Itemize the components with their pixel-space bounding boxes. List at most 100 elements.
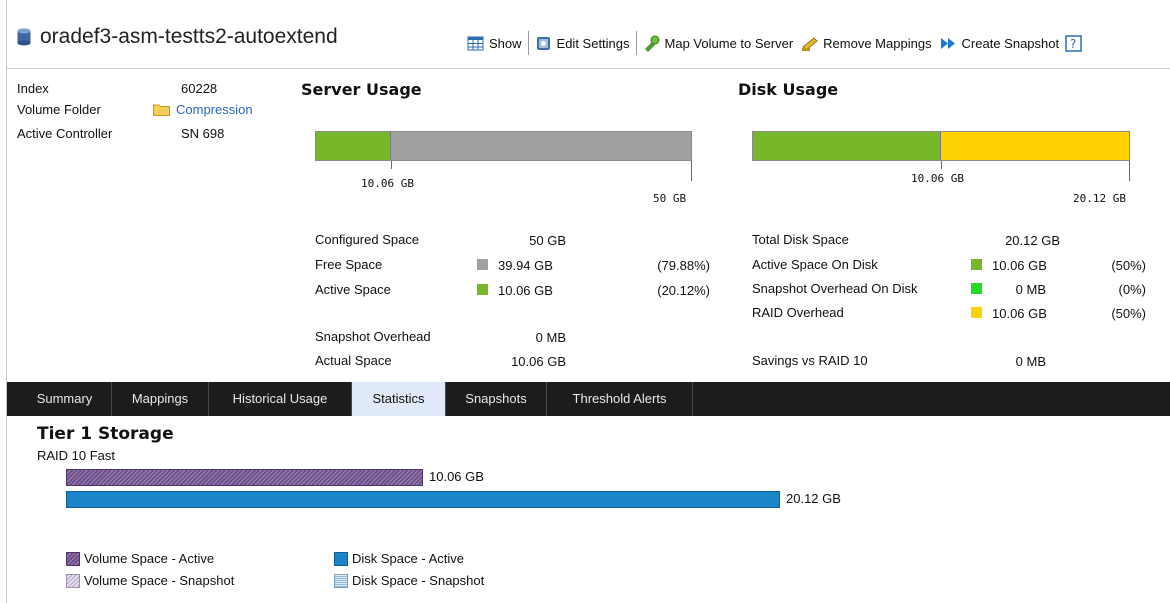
server-usage-title: Server Usage [301,80,422,99]
tab-summary[interactable]: Summary [18,382,112,416]
server-used-tick [391,161,392,169]
snapshot-overhead-on-disk-label: Snapshot Overhead On Disk [752,281,918,296]
disk-usage-bar [752,131,1130,161]
server-used-label: 10.06 GB [361,177,414,190]
server-total-label: 50 GB [653,192,687,205]
disk-space-bar-label: 20.12 GB [786,491,841,506]
volume-space-bar [66,469,423,486]
tab-mappings[interactable]: Mappings [112,382,209,416]
disk-active-tick [941,161,942,169]
disk-active-swatch [334,551,348,566]
legend-label: Disk Space - Snapshot [352,573,485,588]
legend-label: Volume Space - Active [84,551,215,566]
tab-snapshots[interactable]: Snapshots [446,382,547,416]
disk-space-bar [66,491,780,508]
show-label: Show [489,35,522,51]
grid-show-icon [467,36,484,50]
legend-volume-active: Volume Space - Active [66,551,214,566]
active-space-value: 10.06 GB [498,283,553,298]
svg-text:?: ? [1070,37,1076,51]
snapshot-overhead-label: Snapshot Overhead [315,329,431,344]
tab-threshold-alerts[interactable]: Threshold Alerts [547,382,693,416]
free-space-swatch [477,259,488,270]
legend-disk-snapshot: Disk Space - Snapshot [334,573,484,588]
server-usage-bar [315,131,692,161]
total-disk-space-value: 20.12 GB [1005,233,1060,248]
active-space-on-disk-percent: (50%) [1111,258,1146,273]
active-controller-label: Active Controller [17,126,113,141]
total-disk-space-label: Total Disk Space [752,232,849,247]
server-free-segment [391,132,691,160]
active-controller-value: SN 698 [181,126,225,141]
volume-toolbar: Show Edit Settings Map Volume to Server [463,30,1082,56]
tab-statistics[interactable]: Statistics [352,382,446,416]
remove-mappings-icon [802,36,818,51]
free-space-value: 39.94 GB [498,258,553,273]
folder-icon [153,104,170,116]
configured-space-label: Configured Space [315,232,420,247]
free-space-label: Free Space [315,257,383,272]
active-space-on-disk-value: 10.06 GB [992,258,1047,273]
volume-active-swatch [66,551,80,566]
snapshot-overhead-value: 0 MB [535,330,566,345]
disk-raid-segment [941,132,1129,160]
tier-raid-label: RAID 10 Fast [37,448,116,463]
index-value: 60228 [181,81,218,96]
savings-vs-raid10-label: Savings vs RAID 10 [752,353,868,368]
tab-historical-usage[interactable]: Historical Usage [209,382,352,416]
savings-vs-raid10-value: 0 MB [1015,354,1046,369]
edit-settings-label: Edit Settings [556,35,630,51]
disk-active-segment [753,132,941,160]
server-active-segment [316,132,391,160]
toolbar-separator [527,31,529,55]
create-snapshot-button[interactable]: Create Snapshot [936,35,1064,52]
volume-snapshot-swatch [66,573,80,588]
show-button[interactable]: Show [463,35,526,52]
raid-overhead-swatch [971,307,982,318]
actual-space-value: 10.06 GB [511,354,566,369]
active-space-on-disk-swatch [971,259,982,270]
create-snapshot-label: Create Snapshot [961,35,1060,51]
actual-space-label: Actual Space [315,353,392,368]
remove-mappings-button[interactable]: Remove Mappings [797,35,935,52]
active-space-percent: (20.12%) [657,283,710,298]
snapshot-overhead-on-disk-percent: (0%) [1118,282,1146,297]
disk-total-tick [1129,161,1130,181]
disk-usage-title: Disk Usage [738,80,839,99]
toolbar-separator [635,31,637,55]
disk-snapshot-swatch [334,573,348,588]
map-volume-button[interactable]: Map Volume to Server [639,35,798,52]
edit-settings-icon [536,36,550,50]
free-space-percent: (79.88%) [657,258,710,273]
disk-active-label: 10.06 GB [911,172,964,185]
volume-folder-value: Compression [153,102,253,117]
active-space-label: Active Space [315,282,391,297]
snapshot-overhead-on-disk-swatch [971,283,982,294]
active-space-on-disk-label: Active Space On Disk [752,257,878,272]
volume-folder-label: Volume Folder [17,102,101,117]
raid-overhead-percent: (50%) [1111,306,1146,321]
edit-settings-button[interactable]: Edit Settings [531,35,634,52]
legend-label: Disk Space - Active [352,551,464,566]
raid-overhead-value: 10.06 GB [992,306,1047,321]
volume-disk-icon [17,28,31,46]
index-label: Index [17,81,49,96]
active-space-swatch [477,284,488,295]
create-snapshot-icon [940,37,955,49]
raid-overhead-label: RAID Overhead [752,305,844,320]
map-volume-label: Map Volume to Server [664,35,794,51]
tier-title: Tier 1 Storage [37,424,174,444]
server-total-tick [691,161,692,181]
volume-header: oradef3-asm-testts2-autoextend Show Edit… [7,0,1170,69]
legend-label: Volume Space - Snapshot [84,573,235,588]
legend-volume-snapshot: Volume Space - Snapshot [66,573,234,588]
volume-space-bar-label: 10.06 GB [429,469,484,484]
disk-total-label: 20.12 GB [1073,192,1126,205]
volume-folder-link[interactable]: Compression [176,102,253,117]
volume-title: oradef3-asm-testts2-autoextend [40,25,338,48]
map-volume-icon [644,35,660,52]
legend-disk-active: Disk Space - Active [334,551,464,566]
configured-space-value: 50 GB [529,233,566,248]
help-icon[interactable]: ? [1065,34,1082,52]
remove-mappings-label: Remove Mappings [823,35,932,51]
